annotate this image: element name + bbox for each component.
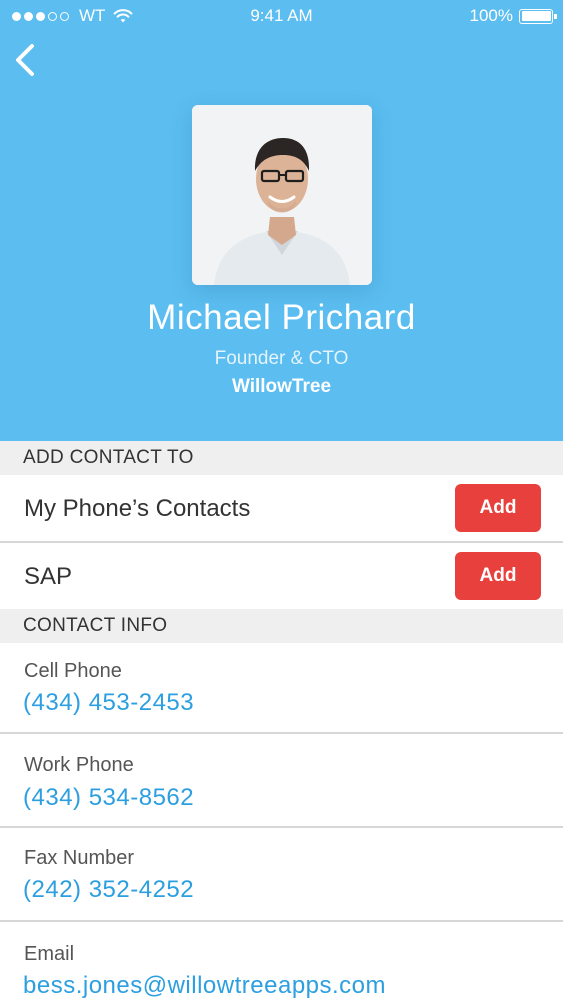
back-chevron-icon[interactable] bbox=[8, 40, 44, 80]
add-to-sap-row: SAP Add bbox=[0, 543, 563, 610]
add-to-sap-button[interactable]: Add bbox=[455, 552, 541, 600]
fax-number-row: Fax Number (242) 352-4252 bbox=[0, 828, 563, 920]
field-label: Cell Phone bbox=[24, 660, 122, 682]
status-bar: WT 9:41 AM 100% bbox=[0, 0, 563, 32]
profile-header: WT 9:41 AM 100% Michael Prichard Founder… bbox=[0, 0, 563, 441]
work-phone-row: Work Phone (434) 534-8562 bbox=[0, 734, 563, 826]
profile-photo bbox=[192, 105, 372, 285]
field-label: Fax Number bbox=[24, 847, 135, 869]
contact-job-title: Founder & CTO bbox=[214, 348, 349, 369]
cell-phone-link[interactable]: (434) 453-2453 bbox=[23, 689, 194, 717]
email-row: Email bess.jones@willowtreeapps.com bbox=[0, 922, 563, 1000]
battery-percentage: 100% bbox=[469, 6, 513, 25]
field-label: Email bbox=[24, 943, 75, 965]
cell-phone-row: Cell Phone (434) 453-2453 bbox=[0, 643, 563, 732]
work-phone-link[interactable]: (434) 534-8562 bbox=[23, 784, 194, 812]
contact-info-section-header: CONTACT INFO bbox=[0, 609, 563, 643]
fax-number-link[interactable]: (242) 352-4252 bbox=[23, 876, 194, 904]
email-link[interactable]: bess.jones@willowtreeapps.com bbox=[23, 972, 386, 1000]
add-to-phone-contacts-row: My Phone’s Contacts Add bbox=[0, 475, 563, 542]
battery-icon bbox=[519, 8, 557, 24]
add-contact-section-header: ADD CONTACT TO bbox=[0, 441, 563, 475]
add-to-phone-contacts-button[interactable]: Add bbox=[455, 484, 541, 532]
contact-company: WillowTree bbox=[231, 376, 332, 397]
add-target-label: SAP bbox=[24, 563, 73, 590]
add-target-label: My Phone’s Contacts bbox=[24, 495, 251, 522]
contact-name: Michael Prichard bbox=[147, 298, 416, 337]
field-label: Work Phone bbox=[24, 754, 134, 776]
